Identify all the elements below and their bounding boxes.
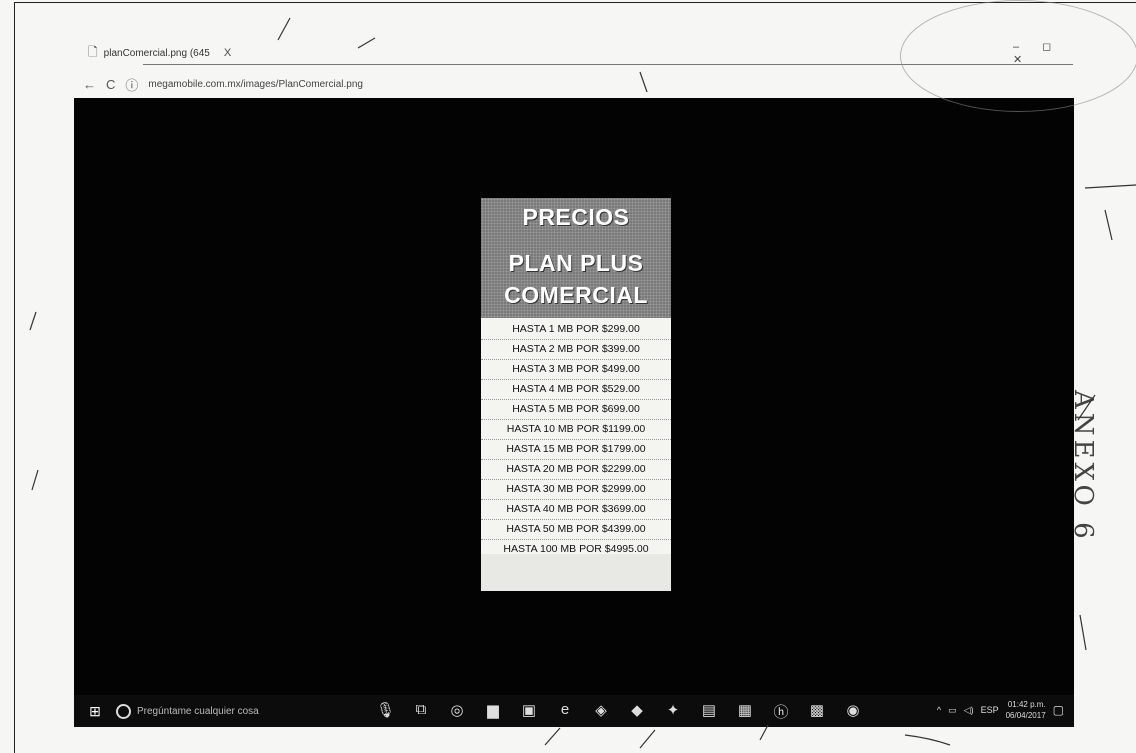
price-row: HASTA 50 MB POR $4399.00 <box>481 520 671 540</box>
folder-icon[interactable]: ▆ <box>484 701 502 722</box>
poster-title-line-1: PRECIOS <box>522 204 630 230</box>
chevron-up-icon[interactable]: ^ <box>937 705 941 715</box>
browser-tab[interactable]: 🗋 planComercial.png (645 X <box>88 44 258 62</box>
price-row: HASTA 3 MB POR $499.00 <box>481 360 671 380</box>
price-row: HASTA 2 MB POR $399.00 <box>481 340 671 360</box>
taskbar-icons: 🎙 ⧉ ◎ ▆ ▣ e ◈ ◆ ✦ ▤ ▦ ⓗ ▩ ◉ <box>376 701 862 722</box>
pen-stroke <box>639 729 656 749</box>
pen-stroke <box>1104 209 1113 241</box>
pen-stroke <box>1079 614 1087 651</box>
tab-close-icon[interactable]: X <box>224 47 231 59</box>
pen-stroke <box>759 724 769 741</box>
search-placeholder: Pregúntame cualquier cosa <box>137 705 259 717</box>
app-icon[interactable]: ◈ <box>592 701 610 722</box>
windows-start-icon[interactable]: ⊞ <box>82 703 108 720</box>
network-icon[interactable]: ▭ <box>948 705 957 716</box>
page-border-left <box>14 2 15 753</box>
poster-footer <box>481 554 671 591</box>
poster-title-line-2: PLAN PLUS <box>508 250 644 276</box>
pen-stroke <box>1084 184 1136 189</box>
hp-icon[interactable]: ⓗ <box>772 701 790 722</box>
edge-icon[interactable]: e <box>556 701 574 722</box>
volume-icon[interactable]: ◁) <box>964 705 974 716</box>
price-row: HASTA 1 MB POR $299.00 <box>481 320 671 340</box>
mic-icon[interactable]: 🎙 <box>376 701 395 722</box>
store-icon[interactable]: ▣ <box>520 701 538 722</box>
chrome-icon[interactable]: ◎ <box>448 701 466 722</box>
calculator-icon[interactable]: ▦ <box>736 701 754 722</box>
windows-taskbar: ⊞ Pregúntame cualquier cosa 🎙 ⧉ ◎ ▆ ▣ e … <box>74 695 1074 727</box>
price-row: HASTA 5 MB POR $699.00 <box>481 400 671 420</box>
pen-stroke <box>31 469 39 491</box>
cortana-search[interactable]: Pregúntame cualquier cosa <box>116 703 326 719</box>
app-icon[interactable]: ▤ <box>700 701 718 722</box>
back-arrow-icon[interactable]: ← <box>83 77 96 92</box>
language-indicator[interactable]: ESP <box>981 705 999 715</box>
app-icon[interactable]: ✦ <box>664 701 682 722</box>
info-icon[interactable]: ⓘ <box>125 75 138 94</box>
system-tray: ^ ▭ ◁) ESP 01:42 p.m. 06/04/2017 ▢ <box>937 699 1064 721</box>
clock-date: 06/04/2017 <box>1005 711 1046 720</box>
page-border-top <box>14 2 1136 3</box>
price-row: HASTA 15 MB POR $1799.00 <box>481 440 671 460</box>
price-list: HASTA 1 MB POR $299.00 HASTA 2 MB POR $3… <box>481 320 671 560</box>
url-text[interactable]: megamobile.com.mx/images/PlanComercial.p… <box>148 79 363 90</box>
price-row: HASTA 40 MB POR $3699.00 <box>481 500 671 520</box>
document-icon: 🗋 <box>88 44 98 59</box>
price-row: HASTA 30 MB POR $2999.00 <box>481 480 671 500</box>
pen-stroke <box>29 311 37 331</box>
poster-header: PRECIOS PLAN PLUS COMERCIAL <box>481 198 671 318</box>
pen-stroke <box>544 727 561 746</box>
tab-title: planComercial.png (645 <box>103 47 210 59</box>
handwritten-annex-label: ANEXO 6 <box>1068 390 1098 543</box>
price-row: HASTA 20 MB POR $2299.00 <box>481 460 671 480</box>
cortana-icon <box>116 703 131 719</box>
app-icon[interactable]: ▩ <box>808 701 826 722</box>
reload-icon[interactable]: C <box>106 77 115 92</box>
app-icon[interactable]: ◉ <box>844 701 862 722</box>
clock[interactable]: 01:42 p.m. 06/04/2017 <box>1006 699 1046 721</box>
notification-icon[interactable]: ▢ <box>1053 703 1064 717</box>
address-bar[interactable]: ← C ⓘ megamobile.com.mx/images/PlanComer… <box>83 74 983 94</box>
clock-time: 01:42 p.m. <box>1007 700 1046 709</box>
pen-stroke <box>904 734 951 746</box>
price-row: HASTA 4 MB POR $529.00 <box>481 380 671 400</box>
task-view-icon[interactable]: ⧉ <box>412 701 430 722</box>
app-icon[interactable]: ◆ <box>628 701 646 722</box>
poster-title-line-3: COMERCIAL <box>504 282 648 308</box>
price-row: HASTA 10 MB POR $1199.00 <box>481 420 671 440</box>
seal-stamp <box>900 0 1136 112</box>
scanned-page: 🗋 planComercial.png (645 X – ◻ ✕ ← C ⓘ m… <box>0 0 1136 753</box>
price-poster: PRECIOS PLAN PLUS COMERCIAL HASTA 1 MB P… <box>481 198 671 591</box>
